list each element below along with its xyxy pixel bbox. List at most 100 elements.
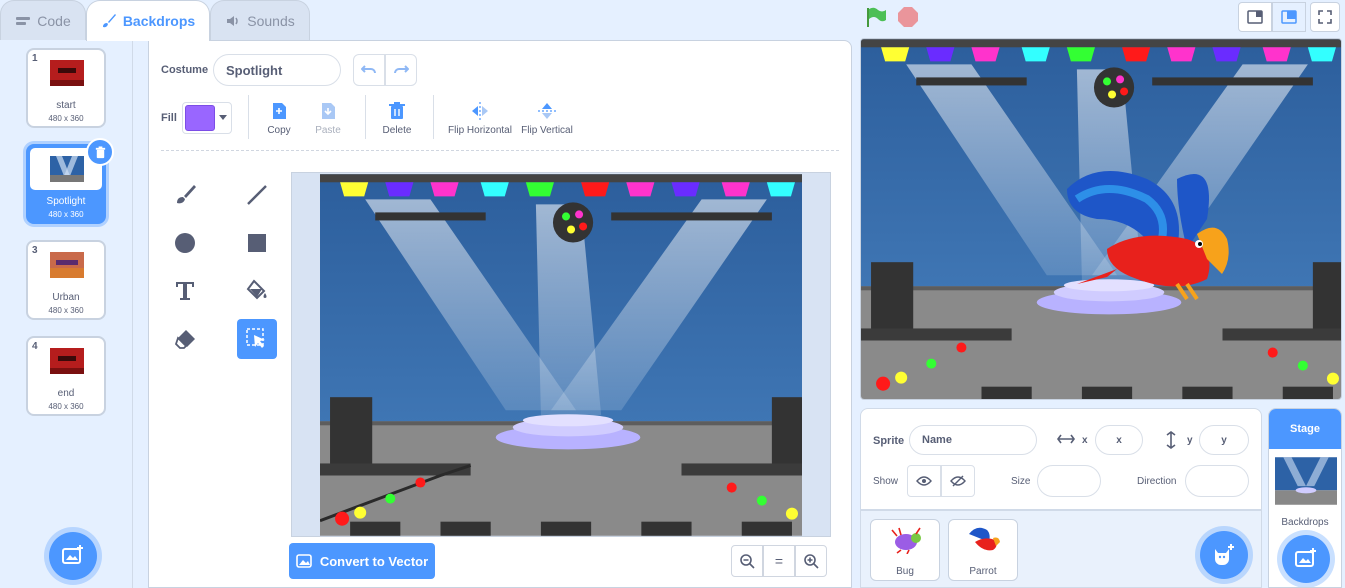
- sprite-name-input[interactable]: Name: [909, 425, 1037, 455]
- flip-vertical-icon: [538, 103, 556, 119]
- add-sprite-button[interactable]: [1200, 531, 1248, 579]
- stage-thumbnail: [1275, 457, 1337, 505]
- line-tool[interactable]: [237, 175, 277, 215]
- add-backdrop-button[interactable]: [49, 532, 97, 580]
- sprite-info-panel: Sprite Name x x y y Show Size Direction: [860, 408, 1262, 510]
- backdrop-name: Spotlight: [46, 196, 86, 207]
- backdrop-thumbnail: [50, 156, 84, 182]
- cat-add-icon: [1215, 544, 1234, 565]
- circle-tool[interactable]: [165, 223, 205, 263]
- tab-code[interactable]: Code: [0, 0, 86, 40]
- small-stage-button[interactable]: [1238, 2, 1272, 32]
- copy-button[interactable]: Copy: [259, 101, 299, 136]
- parrot-sprite[interactable]: [1057, 159, 1237, 309]
- tab-sounds[interactable]: Sounds: [210, 0, 310, 40]
- show-label: Show: [873, 476, 899, 487]
- line-icon: [247, 185, 267, 205]
- tab-backdrops[interactable]: Backdrops: [86, 0, 210, 41]
- y-input[interactable]: y: [1199, 425, 1249, 455]
- sprite-tile-parrot[interactable]: Parrot: [948, 519, 1018, 581]
- paste-icon: [322, 103, 335, 119]
- add-backdrop-icon: [1295, 548, 1316, 567]
- zoom-reset-button[interactable]: =: [763, 545, 795, 577]
- backdrop-size: 480 x 360: [48, 210, 84, 219]
- large-stage-button[interactable]: [1272, 2, 1306, 32]
- select-tool[interactable]: [237, 319, 277, 359]
- backdrop-number: 3: [32, 245, 38, 256]
- backdrop-item[interactable]: 1 start 480 x 360: [26, 48, 106, 128]
- backdrop-item[interactable]: 3 Urban 480 x 360: [26, 240, 106, 320]
- delete-button[interactable]: Delete: [377, 101, 417, 136]
- eraser-icon: [174, 330, 195, 349]
- sprite-tile-bug[interactable]: Bug: [870, 519, 940, 581]
- trash-icon: [389, 102, 405, 119]
- paint-editor: Costume Spotlight Fill Copy Paste Delete…: [148, 40, 852, 588]
- x-position-icon: [1057, 434, 1075, 444]
- add-stage-backdrop-button[interactable]: [1282, 535, 1330, 583]
- sprite-name-bug: Bug: [896, 566, 914, 577]
- text-tool[interactable]: [165, 271, 205, 311]
- flip-vertical-button[interactable]: Flip Vertical: [519, 101, 575, 136]
- backdrop-number: 1: [32, 53, 38, 64]
- direction-label: Direction: [1137, 476, 1177, 487]
- large-stage-icon: [1281, 10, 1297, 24]
- convert-to-vector-button[interactable]: Convert to Vector: [289, 543, 435, 579]
- convert-to-vector-label: Convert to Vector: [319, 553, 429, 569]
- zoom-out-button[interactable]: [731, 545, 763, 577]
- stage-selector[interactable]: Stage Backdrops: [1268, 408, 1342, 588]
- stage[interactable]: [860, 38, 1342, 400]
- costume-name-value: Spotlight: [226, 62, 283, 78]
- circle-icon: [175, 233, 195, 253]
- delete-backdrop-button[interactable]: [86, 138, 114, 166]
- stage-header: Stage: [1269, 409, 1341, 449]
- size-input[interactable]: [1037, 465, 1101, 497]
- redo-icon: [394, 65, 409, 74]
- tab-backdrops-label: Backdrops: [122, 13, 196, 29]
- fullscreen-button[interactable]: [1310, 2, 1340, 32]
- rectangle-icon: [248, 234, 266, 252]
- fill-color-picker[interactable]: [182, 102, 232, 134]
- bug-icon: [891, 527, 921, 554]
- zoom-reset-label: =: [774, 553, 784, 569]
- paste-button[interactable]: Paste: [307, 101, 349, 136]
- direction-input[interactable]: [1185, 465, 1249, 497]
- hide-button[interactable]: [941, 465, 975, 497]
- backdrops-label: Backdrops: [1281, 517, 1329, 528]
- brush-tool[interactable]: [165, 175, 205, 215]
- sprite-name-parrot: Parrot: [969, 566, 997, 577]
- costume-label: Costume: [161, 64, 209, 76]
- sprite-list: Bug Parrot: [860, 510, 1262, 588]
- costume-name-input[interactable]: Spotlight: [213, 54, 341, 86]
- trash-icon: [95, 145, 105, 158]
- x-label: x: [1082, 435, 1088, 446]
- speaker-icon: [227, 15, 238, 26]
- stop-icon[interactable]: [897, 6, 919, 28]
- fill-tool[interactable]: [237, 271, 277, 311]
- undo-button[interactable]: [353, 54, 385, 86]
- backdrop-item-selected[interactable]: 2 Spotlight 480 x 360: [26, 138, 114, 224]
- size-label: Size: [1011, 476, 1031, 487]
- show-button[interactable]: [907, 465, 941, 497]
- backdrop-thumbnail: [50, 252, 84, 278]
- backdrop-size: 480 x 360: [48, 402, 84, 411]
- tab-sounds-label: Sounds: [247, 12, 295, 29]
- tab-code-label: Code: [37, 12, 71, 29]
- green-flag-icon[interactable]: [864, 6, 888, 28]
- flip-vertical-label: Flip Vertical: [521, 125, 573, 136]
- parrot-icon: [969, 527, 1000, 551]
- paint-canvas[interactable]: [291, 172, 831, 537]
- undo-icon: [361, 65, 376, 74]
- add-backdrop-icon: [62, 545, 83, 564]
- flip-horizontal-button[interactable]: Flip Horizontal: [443, 101, 517, 136]
- x-placeholder: x: [1116, 434, 1122, 446]
- x-input[interactable]: x: [1095, 425, 1143, 455]
- disco-ball: [552, 202, 594, 243]
- y-placeholder: y: [1221, 434, 1227, 446]
- rectangle-tool[interactable]: [237, 223, 277, 263]
- y-label: y: [1187, 435, 1193, 446]
- redo-button[interactable]: [385, 54, 417, 86]
- code-icon: [16, 16, 31, 25]
- backdrop-item[interactable]: 4 end 480 x 360: [26, 336, 106, 416]
- zoom-in-button[interactable]: [795, 545, 827, 577]
- eraser-tool[interactable]: [165, 319, 205, 359]
